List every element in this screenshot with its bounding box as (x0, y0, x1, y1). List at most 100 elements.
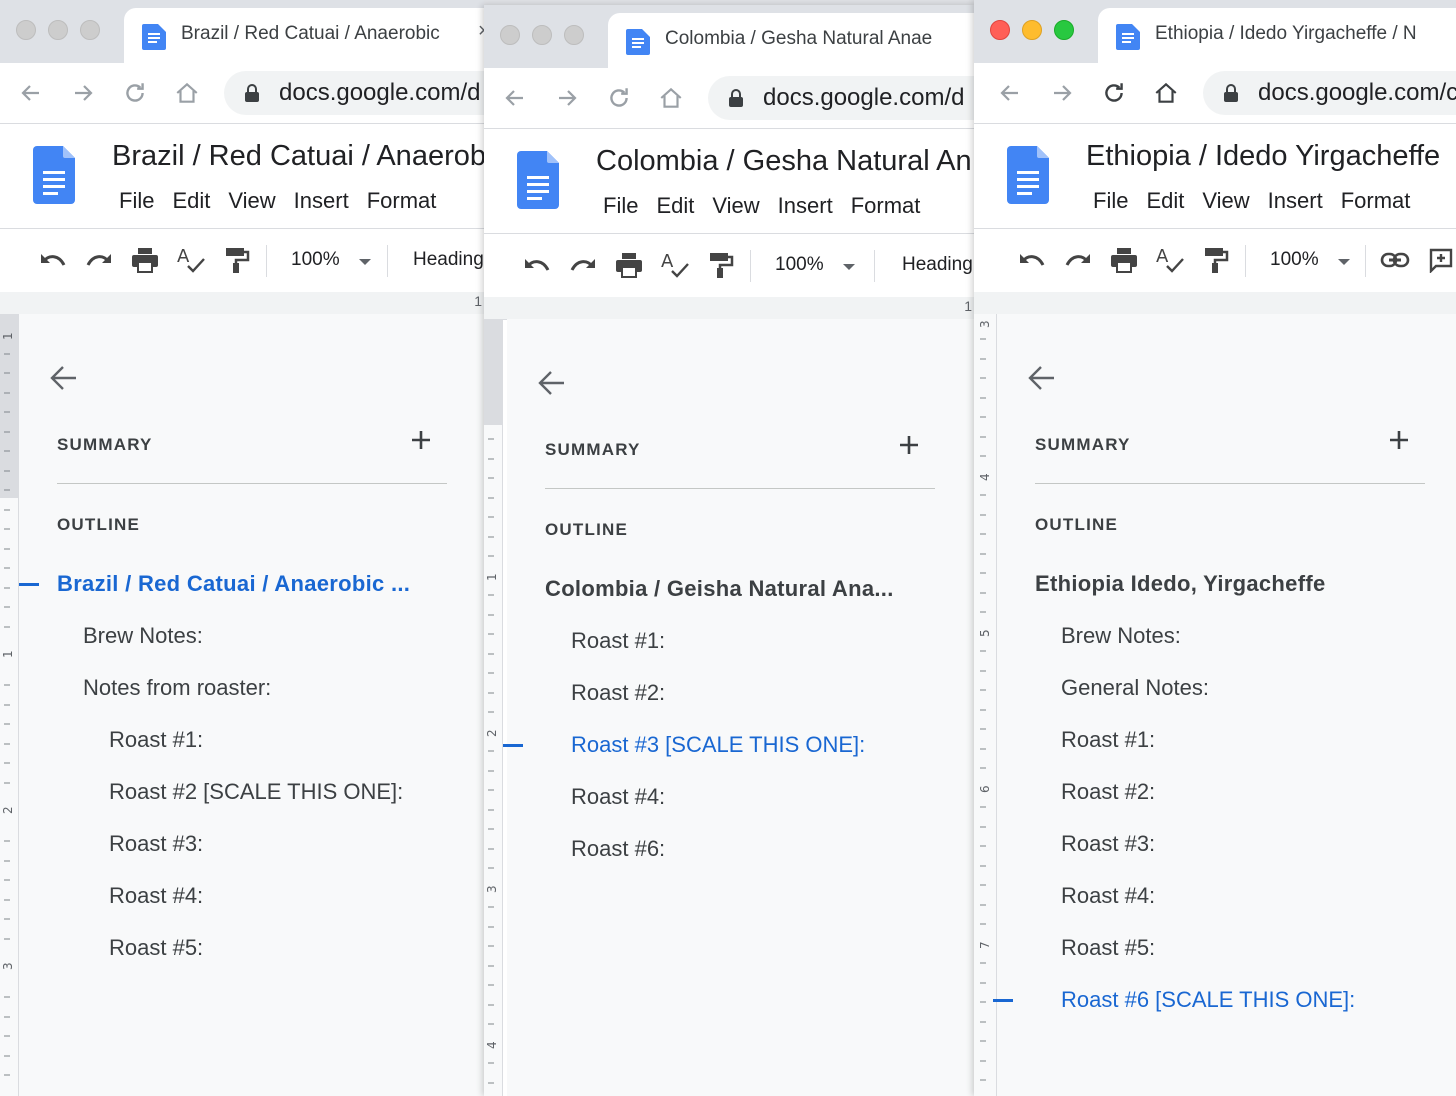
arrow-left-icon[interactable] (499, 82, 531, 114)
outline-item[interactable]: General Notes: (993, 662, 1452, 714)
arrow-left-icon[interactable] (15, 77, 47, 109)
outline-item[interactable]: Roast #2: (503, 667, 970, 719)
redo-icon[interactable] (568, 250, 598, 280)
outline-item[interactable]: Roast #4: (19, 870, 484, 922)
browser-tab[interactable]: Brazil / Red Catuai / Anaerobic × (124, 8, 484, 63)
outline-item[interactable]: Roast #1: (19, 714, 484, 766)
home-icon[interactable] (171, 77, 203, 109)
chevron-down-icon[interactable] (359, 259, 371, 265)
close-window-button[interactable] (990, 20, 1010, 40)
docs-logo-icon[interactable] (1007, 146, 1049, 204)
add-summary-button[interactable] (1389, 430, 1409, 455)
outline-item[interactable]: Roast #3 [SCALE THIS ONE]: (503, 719, 970, 771)
paragraph-style-select[interactable]: Heading (413, 249, 484, 271)
doc-title[interactable]: Brazil / Red Catuai / Anaerobi (112, 140, 484, 173)
menu-file[interactable]: File (110, 188, 163, 214)
paint-format-icon[interactable] (222, 245, 252, 275)
menu-edit[interactable]: Edit (647, 193, 703, 219)
redo-icon[interactable] (1063, 245, 1093, 275)
outline-item[interactable]: Roast #5: (993, 922, 1452, 974)
paint-format-icon[interactable] (1201, 245, 1231, 275)
menu-edit[interactable]: Edit (163, 188, 219, 214)
outline-item[interactable]: Colombia / Geisha Natural Ana... (503, 563, 970, 615)
menu-view[interactable]: View (219, 188, 284, 214)
print-icon[interactable] (1109, 245, 1139, 275)
spellcheck-icon[interactable]: A (1155, 245, 1185, 275)
reload-icon[interactable] (603, 82, 635, 114)
add-summary-button[interactable] (899, 435, 919, 460)
menu-view[interactable]: View (1193, 188, 1258, 214)
menu-view[interactable]: View (703, 193, 768, 219)
zoom-window-button[interactable] (80, 20, 100, 40)
paint-format-icon[interactable] (706, 250, 736, 280)
undo-icon[interactable] (1017, 245, 1047, 275)
zoom-window-button[interactable] (564, 25, 584, 45)
reload-icon[interactable] (1098, 77, 1130, 109)
zoom-select[interactable]: 100% (291, 249, 340, 271)
print-icon[interactable] (130, 245, 160, 275)
close-outline-arrow-icon[interactable] (537, 369, 567, 402)
outline-item[interactable]: Roast #6 [SCALE THIS ONE]: (993, 974, 1452, 1026)
close-outline-arrow-icon[interactable] (49, 364, 79, 397)
add-comment-icon[interactable] (1426, 245, 1456, 275)
link-icon[interactable] (1380, 245, 1410, 275)
redo-icon[interactable] (84, 245, 114, 275)
close-window-button[interactable] (16, 20, 36, 40)
outline-item[interactable]: Notes from roaster: (19, 662, 484, 714)
zoom-select[interactable]: 100% (775, 254, 824, 276)
menu-format[interactable]: Format (842, 193, 930, 219)
outline-item[interactable]: Brazil / Red Catuai / Anaerobic ... (19, 558, 484, 610)
minimize-window-button[interactable] (532, 25, 552, 45)
undo-icon[interactable] (522, 250, 552, 280)
zoom-window-button[interactable] (1054, 20, 1074, 40)
arrow-right-icon[interactable] (1046, 77, 1078, 109)
print-icon[interactable] (614, 250, 644, 280)
omnibox[interactable]: docs.google.com/d (708, 76, 974, 120)
minimize-window-button[interactable] (1022, 20, 1042, 40)
paragraph-style-select[interactable]: Heading (902, 254, 973, 276)
docs-logo-icon[interactable] (517, 151, 559, 209)
outline-item[interactable]: Ethiopia Idedo, Yirgacheffe (993, 558, 1452, 610)
menu-edit[interactable]: Edit (1137, 188, 1193, 214)
outline-item[interactable]: Roast #6: (503, 823, 970, 875)
add-summary-button[interactable] (411, 430, 431, 455)
spellcheck-icon[interactable]: A (660, 250, 690, 280)
reload-icon[interactable] (119, 77, 151, 109)
outline-item[interactable]: Roast #4: (503, 771, 970, 823)
docs-logo-icon[interactable] (33, 146, 75, 204)
close-outline-arrow-icon[interactable] (1027, 364, 1057, 397)
close-window-button[interactable] (500, 25, 520, 45)
menu-file[interactable]: File (594, 193, 647, 219)
chevron-down-icon[interactable] (843, 264, 855, 270)
menu-insert[interactable]: Insert (769, 193, 842, 219)
doc-title[interactable]: Ethiopia / Idedo Yirgacheffe (1086, 140, 1440, 173)
menu-file[interactable]: File (1084, 188, 1137, 214)
doc-title[interactable]: Colombia / Gesha Natural An (596, 145, 972, 178)
arrow-right-icon[interactable] (67, 77, 99, 109)
outline-item[interactable]: Roast #5: (19, 922, 484, 974)
menu-format[interactable]: Format (1332, 188, 1420, 214)
spellcheck-icon[interactable]: A (176, 245, 206, 275)
minimize-window-button[interactable] (48, 20, 68, 40)
outline-item[interactable]: Roast #1: (503, 615, 970, 667)
arrow-right-icon[interactable] (551, 82, 583, 114)
omnibox[interactable]: docs.google.com/c (1203, 71, 1456, 115)
menu-insert[interactable]: Insert (1259, 188, 1332, 214)
omnibox[interactable]: docs.google.com/d (224, 71, 484, 115)
outline-item[interactable]: Brew Notes: (19, 610, 484, 662)
browser-tab[interactable]: Colombia / Gesha Natural Anae (608, 13, 974, 68)
outline-item[interactable]: Roast #2 [SCALE THIS ONE]: (19, 766, 484, 818)
arrow-left-icon[interactable] (994, 77, 1026, 109)
outline-item[interactable]: Roast #3: (993, 818, 1452, 870)
menu-insert[interactable]: Insert (285, 188, 358, 214)
menu-format[interactable]: Format (358, 188, 446, 214)
browser-tab[interactable]: Ethiopia / Idedo Yirgacheffe / N (1098, 8, 1456, 63)
chevron-down-icon[interactable] (1338, 259, 1350, 265)
outline-item[interactable]: Roast #1: (993, 714, 1452, 766)
outline-item[interactable]: Roast #2: (993, 766, 1452, 818)
zoom-select[interactable]: 100% (1270, 249, 1319, 271)
home-icon[interactable] (1150, 77, 1182, 109)
home-icon[interactable] (655, 82, 687, 114)
outline-item[interactable]: Roast #4: (993, 870, 1452, 922)
outline-item[interactable]: Brew Notes: (993, 610, 1452, 662)
